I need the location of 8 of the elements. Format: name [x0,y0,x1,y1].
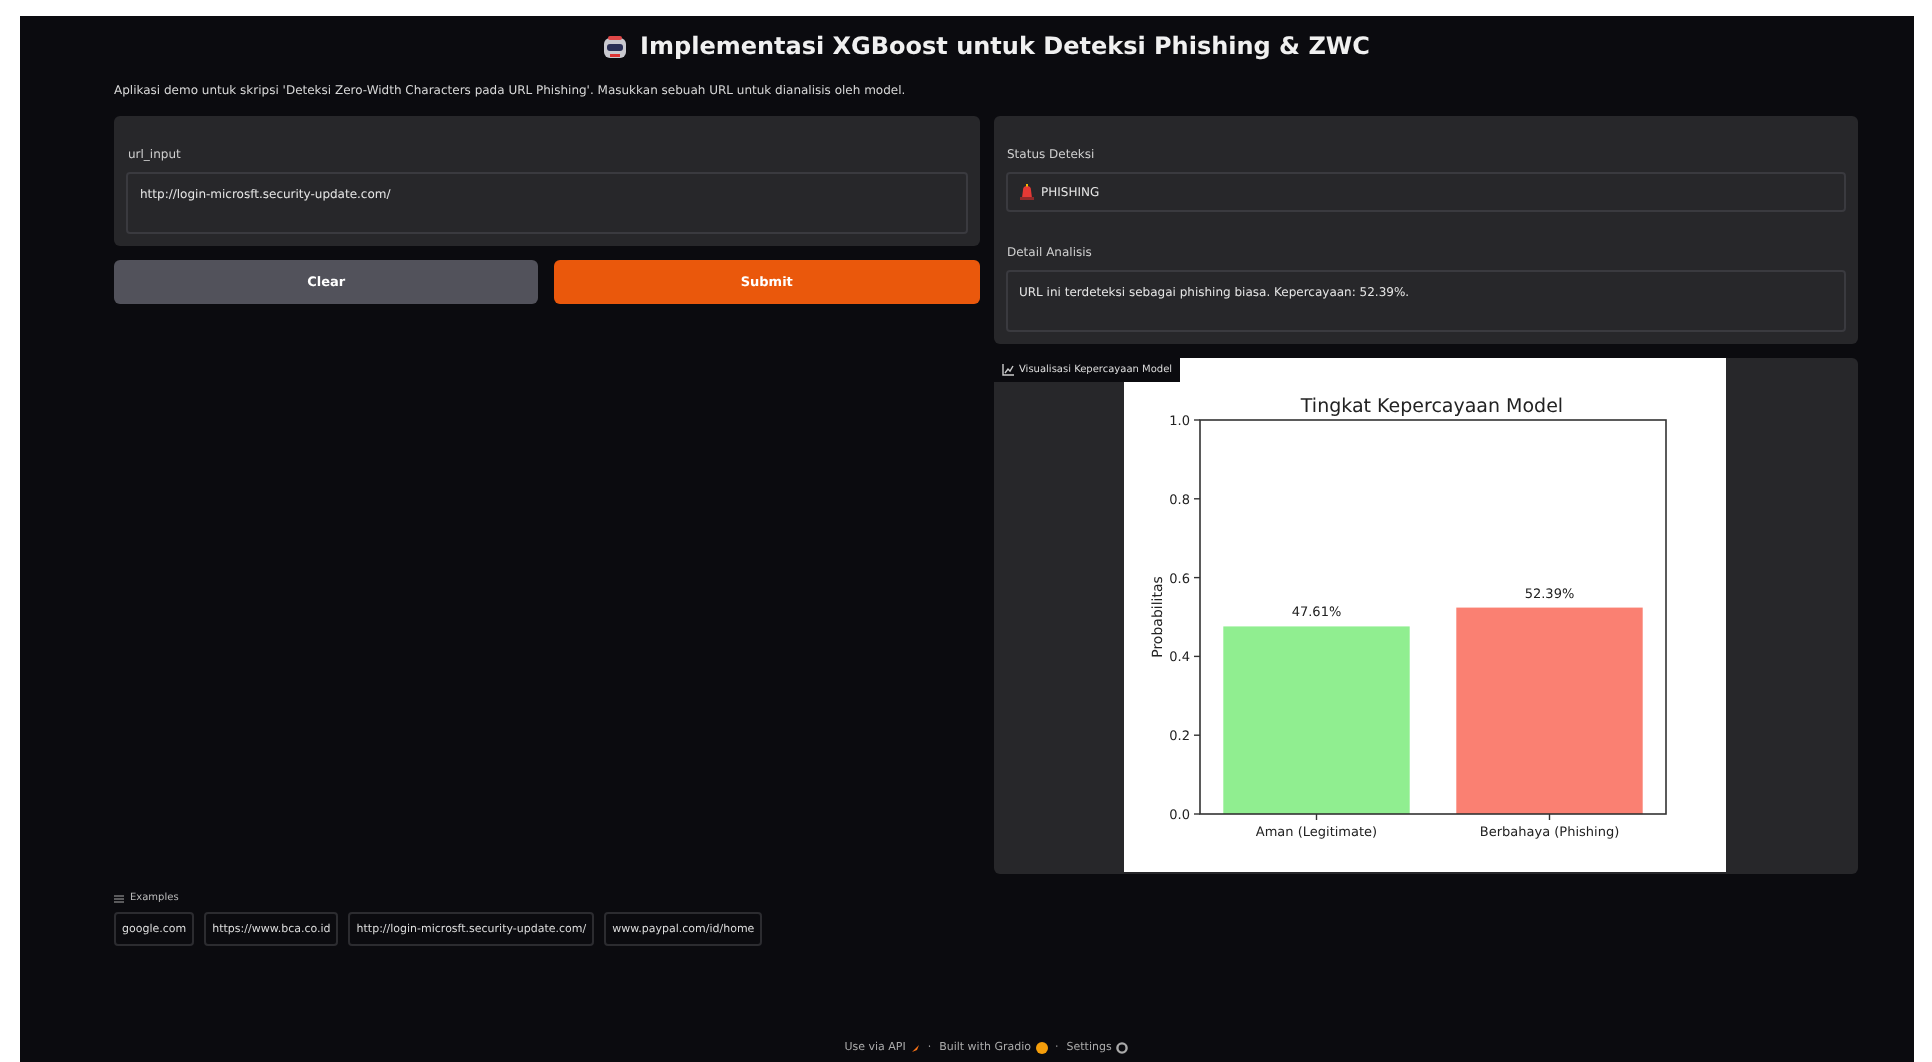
chart-icon [1001,364,1013,376]
robot-icon [602,33,629,59]
logo-icon [1035,1042,1047,1054]
page-title: Implementasi XGBoost untuk Deteksi Phishing & ZWC [640,32,1370,60]
chart-title: Tingkat Kepercayaan Model [1301,396,1564,418]
list-icon [114,893,124,903]
settings-icon [1115,1042,1128,1054]
siren-icon [1019,184,1033,200]
